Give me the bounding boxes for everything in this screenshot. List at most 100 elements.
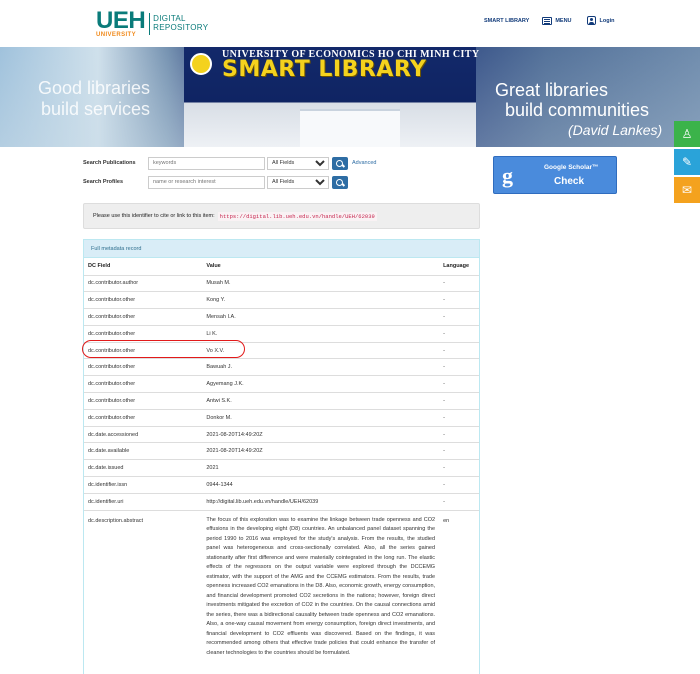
banner-right-line2: build communities [505,100,650,120]
search-profiles-input[interactable] [148,175,265,189]
banner-right-text: Great libraries build communities (David… [495,80,700,140]
field-cell: dc.contributor.other [84,375,203,393]
language-cell: - [439,442,479,460]
logo-line2: REPOSITORY [153,23,209,32]
table-row: dc.identifier.issn 0944-1344- [84,476,479,494]
panel-title: Full metadata record [84,240,479,258]
nav-login[interactable]: Login [586,16,615,25]
identifier-box: Please use this identifier to cite or li… [83,203,480,229]
metadata-panel: Full metadata record DC Field Value Lang… [83,239,480,674]
identifier-uri[interactable]: https://digital.lib.ueh.edu.vn/handle/UE… [217,211,377,221]
banner-desk [300,109,400,147]
value-cell: 2021 [202,459,440,477]
value-cell: Mensah I.A. [202,308,440,326]
language-cell: - [439,324,479,343]
field-cell: dc.contributor.author [84,274,203,292]
field-cell: dc.contributor.other [84,358,203,376]
nav-menu[interactable]: MENU [542,16,572,25]
language-cell: - [439,459,479,477]
table-row: dc.contributor.other Mensah I.A. - [84,308,479,326]
search-profiles-field-select[interactable]: All Fields [267,175,329,189]
banner-left-line1: Good libraries [37,78,150,98]
value-cell: 2021-08-20T14:49:20Z [202,442,440,460]
search-publications-button[interactable] [332,156,348,170]
field-cell: dc.description.abstract [84,509,203,659]
table-row: dc.contributor.author Musah M. - [84,274,479,292]
language-cell: - [439,341,479,359]
language-cell: - [439,291,479,309]
google-scholar-button[interactable]: g Google Scholar™ Check [493,156,617,194]
chat-icon: ✉ [681,183,693,197]
table-row: dc.date.issued 2021- [84,459,479,477]
field-cell: dc.date.accessioned [84,425,203,443]
field-cell: dc.contributor.other [84,291,203,309]
google-scholar-action: Check [554,176,585,187]
field-cell: dc.identifier.issn [84,476,203,494]
nav-menu-label: MENU [555,17,572,24]
value-cell: Kong Y. [202,291,440,309]
user-icon [586,16,596,25]
banner-left-text: Good libraries build services [0,78,150,120]
search-publications-input[interactable] [148,156,265,170]
search-publications-field-select[interactable]: All Fields [267,156,329,170]
language-cell: - [439,425,479,443]
search-profiles-label: Search Profiles [83,179,124,185]
value-cell: 0944-1344 [202,476,440,494]
banner-left-line2: build services [40,99,150,119]
search-profiles-row: Search Profiles All Fields [83,175,348,189]
language-cell: - [439,274,479,292]
reader-icon: ♙ [681,127,693,141]
search-publications-label: Search Publications [83,160,136,166]
language-cell: - [439,392,479,410]
table-row: dc.contributor.other Kong Y. - [84,291,479,309]
language-cell: - [439,476,479,494]
logo-line1: DIGITAL [153,14,186,23]
language-cell: - [439,308,479,326]
language-cell: - [439,375,479,393]
identifier-text: Please use this identifier to cite or li… [93,213,215,219]
value-cell: Agyemang J.K. [202,375,440,393]
smart-library-banner: UNIVERSITY OF ECONOMICS HO CHI MINH CITY… [0,47,700,147]
value-cell: 2021-08-20T14:49:20Z [202,425,440,443]
advanced-search-link[interactable]: Advanced [352,160,376,166]
search-profiles-button[interactable] [332,175,348,189]
ueh-logo[interactable]: UEH UNIVERSITY DIGITAL REPOSITORY [96,7,209,39]
column-header-value: Value [202,258,440,276]
logo-main: UEH [96,7,146,34]
banner-title: SMART LIBRARY [222,57,427,82]
value-cell: Antwi S.K. [202,392,440,410]
top-nav: SMART LIBRARY MENU Login [484,16,615,25]
google-scholar-title: Google Scholar™ [544,164,599,171]
banner-right-line1: Great libraries [495,80,609,100]
table-row: dc.contributor.other Bawuah J. - [84,358,479,376]
column-header-field: DC Field [84,258,203,276]
value-cell: Donkor M. [202,408,440,427]
google-scholar-icon: g [502,163,513,188]
edit-icon: ✎ [681,155,693,169]
language-cell: - [439,358,479,376]
field-cell: dc.contributor.other [84,392,203,410]
table-row: dc.identifier.uri http://digital.lib.ueh.… [84,492,479,511]
table-row: dc.date.available 2021-08-20T14:49:20Z - [84,442,479,460]
table-row: dc.date.accessioned 2021-08-20T14:49:20Z - [84,425,479,443]
menu-icon [542,16,553,25]
table-row: dc.contributor.other Agyemang J.K. - [84,375,479,393]
nav-smart-library[interactable]: SMART LIBRARY [484,18,529,24]
value-cell[interactable]: http://digital.lib.ueh.edu.vn/handle/UEH… [202,492,440,511]
language-cell: - [439,492,479,511]
table-header-row: DC Field Value Language [84,258,479,276]
table-row: dc.description.abstract The focus of this… [84,509,479,659]
language-cell: en [439,509,479,659]
field-cell: dc.date.available [84,442,203,460]
sidebar-reader-button[interactable]: ♙ [674,121,700,147]
table-row: dc.contributor.other Donkor M. - [84,408,479,427]
value-cell: Bawuah J. [202,358,440,376]
language-cell: - [439,408,479,427]
metadata-table: DC Field Value Language dc.contributor.a… [84,258,479,659]
sidebar-chat-button[interactable]: ✉ [674,177,700,203]
field-cell: dc.identifier.uri [84,492,203,511]
table-row: dc.contributor.other Antwi S.K. - [84,392,479,410]
field-cell: dc.contributor.other [84,408,203,427]
value-cell: The focus of this exploration was to exa… [202,509,440,659]
sidebar-edit-button[interactable]: ✎ [674,149,700,175]
